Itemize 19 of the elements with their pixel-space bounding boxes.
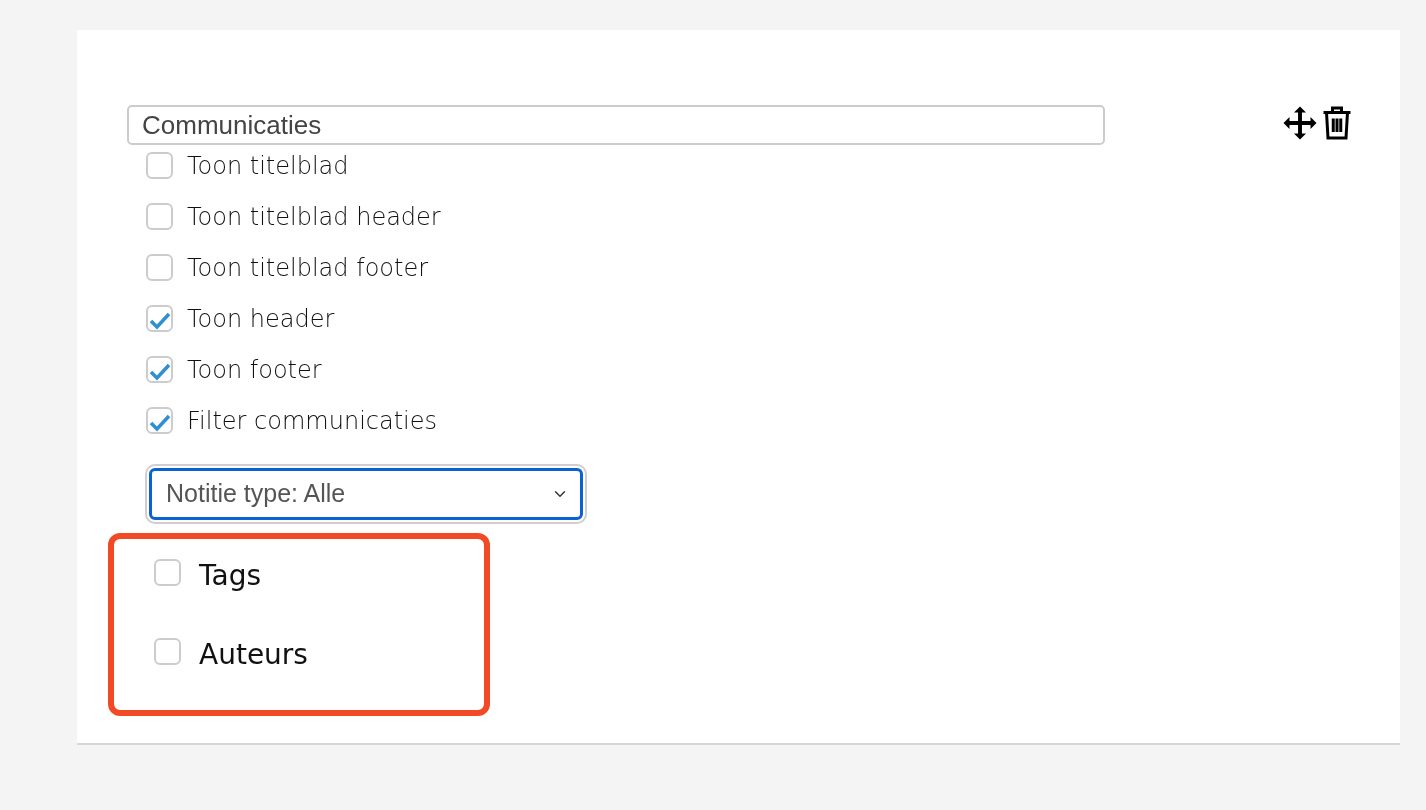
checkbox-label: Toon titelblad footer [187, 252, 429, 284]
checkbox-label: Toon titelblad header [187, 201, 441, 233]
checkbox-label: Filter communicaties [187, 405, 438, 437]
move-icon[interactable] [1282, 105, 1318, 141]
checkbox[interactable] [154, 638, 181, 665]
title-input[interactable]: Communicaties [127, 105, 1105, 145]
checkbox[interactable] [146, 254, 173, 281]
checkbox-label: Toon footer [187, 354, 322, 386]
checkbox-label: Toon header [187, 303, 335, 335]
checkbox-label: Toon titelblad [187, 150, 349, 182]
trash-icon[interactable] [1322, 105, 1352, 141]
checkbox-label: Auteurs [199, 638, 308, 672]
checkbox-label: Tags [199, 559, 261, 593]
checkbox[interactable] [146, 203, 173, 230]
checkbox[interactable] [146, 407, 173, 434]
checkbox[interactable] [146, 356, 173, 383]
checkbox[interactable] [154, 559, 181, 586]
checkbox[interactable] [146, 305, 173, 332]
checkbox[interactable] [146, 152, 173, 179]
